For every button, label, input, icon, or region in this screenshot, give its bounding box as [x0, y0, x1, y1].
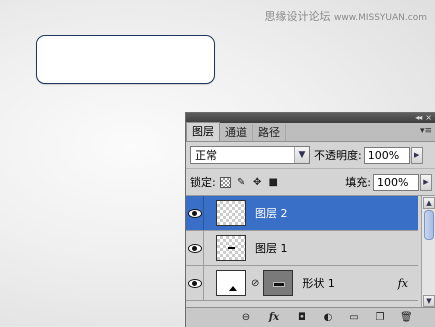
scroll-thumb[interactable]	[424, 210, 434, 240]
close-icon[interactable]: ×	[425, 113, 432, 123]
fill-input[interactable]: 100%	[373, 173, 419, 191]
chevron-down-icon: ▼	[294, 147, 309, 163]
layer-row-shape1[interactable]: ⊘ 形状 1 fx	[186, 266, 418, 301]
layer-fx-icon[interactable]: fx	[398, 277, 408, 290]
new-layer-icon[interactable]: ❐	[374, 312, 386, 323]
new-group-icon[interactable]: ▭	[348, 312, 360, 323]
panel-menu-icon[interactable]: ▾≡	[420, 126, 432, 136]
lock-brush-icon[interactable]: ✎	[236, 177, 247, 188]
watermark-site: 思缘设计论坛	[264, 10, 331, 23]
fill-slider-button[interactable]: ▶	[420, 173, 432, 191]
blend-mode-select[interactable]: 正常 ▼	[190, 146, 310, 164]
adjustment-layer-icon[interactable]: ◐	[322, 312, 334, 323]
layer-name: 图层 1	[255, 242, 288, 255]
opacity-slider-button[interactable]: ▶	[410, 146, 423, 164]
eye-icon	[187, 278, 202, 288]
eye-icon	[187, 208, 202, 218]
opacity-label: 不透明度:	[314, 149, 362, 162]
tab-channels[interactable]: 通道	[220, 124, 253, 141]
lock-transparent-icon[interactable]	[219, 176, 231, 188]
eye-icon	[187, 243, 202, 253]
collapse-icon[interactable]: ◂◂	[415, 113, 422, 123]
watermark-url: www.MISSYUAN.com	[333, 13, 427, 23]
add-layer-style-icon[interactable]: fx	[266, 312, 282, 323]
fill-label: 填充:	[345, 176, 371, 189]
layer-thumbnail	[216, 235, 246, 261]
lock-move-icon[interactable]: ✥	[252, 177, 263, 188]
layer-name: 形状 1	[302, 277, 335, 290]
vector-mask-thumbnail[interactable]	[263, 270, 294, 296]
lock-row: 锁定: ✎ ✥ ■ 填充: 100% ▶	[186, 169, 435, 196]
panel-titlebar: ◂◂ ×	[186, 113, 435, 123]
layers-panel: ◂◂ × 图层 通道 路径 ▾≡ 正常 ▼ 不透明度: 100% ▶ 锁定: ✎…	[185, 112, 435, 327]
tab-layers[interactable]: 图层	[186, 122, 220, 141]
visibility-toggle[interactable]	[186, 196, 204, 230]
panel-tabs: 图层 通道 路径 ▾≡	[186, 122, 435, 142]
visibility-toggle[interactable]	[186, 266, 204, 300]
link-chain-icon[interactable]: ⊘	[251, 278, 259, 289]
scroll-down-icon[interactable]: ▼	[423, 295, 435, 307]
lock-label: 锁定:	[190, 176, 216, 189]
layer-thumbnail	[216, 270, 246, 296]
blend-row: 正常 ▼ 不透明度: 100% ▶	[186, 142, 435, 169]
blend-mode-value: 正常	[195, 149, 217, 162]
layer-row-layer2[interactable]: 图层 2	[186, 196, 418, 231]
opacity-input[interactable]: 100%	[363, 146, 410, 164]
add-mask-icon[interactable]: ◘	[296, 312, 308, 323]
lock-all-icon[interactable]: ■	[268, 177, 279, 188]
tab-paths[interactable]: 路径	[253, 124, 286, 141]
layer-row-layer1[interactable]: 图层 1	[186, 231, 418, 266]
visibility-toggle[interactable]	[186, 231, 204, 265]
trash-icon[interactable]: 🗑	[400, 312, 413, 323]
panel-bottom-bar: ⊖ fx ◘ ◐ ▭ ❐ 🗑	[186, 307, 435, 327]
rounded-rectangle-shape[interactable]	[36, 35, 215, 84]
lock-icons: ✎ ✥ ■	[219, 176, 279, 188]
layer-thumbnail	[216, 200, 246, 226]
layer-name: 图层 2	[255, 207, 288, 220]
link-layers-icon[interactable]: ⊖	[240, 312, 252, 323]
scroll-up-icon[interactable]: ▲	[423, 197, 435, 209]
layers-list: 图层 2 图层 1 ⊘ 形状 1 fx ▲ ▼	[186, 196, 435, 308]
watermark: 思缘设计论坛 www.MISSYUAN.com	[264, 8, 427, 24]
layers-scrollbar[interactable]: ▲ ▼	[421, 196, 435, 308]
